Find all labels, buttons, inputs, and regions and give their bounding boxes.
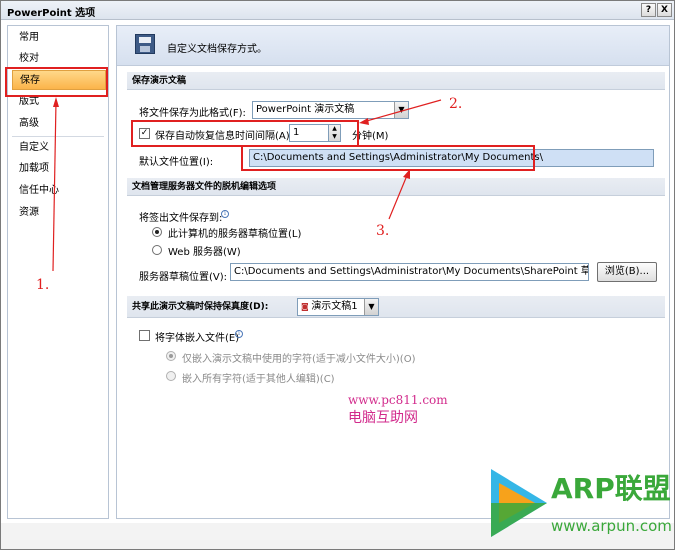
logo-brand: ARP联盟 — [551, 472, 671, 505]
watermark-url: www.pc811.com — [348, 393, 448, 407]
play-logo-icon — [491, 469, 547, 537]
annotation-2: 2. — [449, 96, 463, 112]
annotation-1: 1. — [36, 277, 50, 293]
arp-logo: ARP联盟 www.arpun.com — [479, 461, 672, 545]
logo-url: www.arpun.com — [551, 517, 672, 535]
watermark-name: 电脑互助网 — [348, 410, 418, 426]
annotation-3: 3. — [376, 223, 390, 239]
options-dialog: PowerPoint 选项 ? X 常用 校对 保存 版式 高级 自定义 加载项… — [0, 0, 675, 550]
